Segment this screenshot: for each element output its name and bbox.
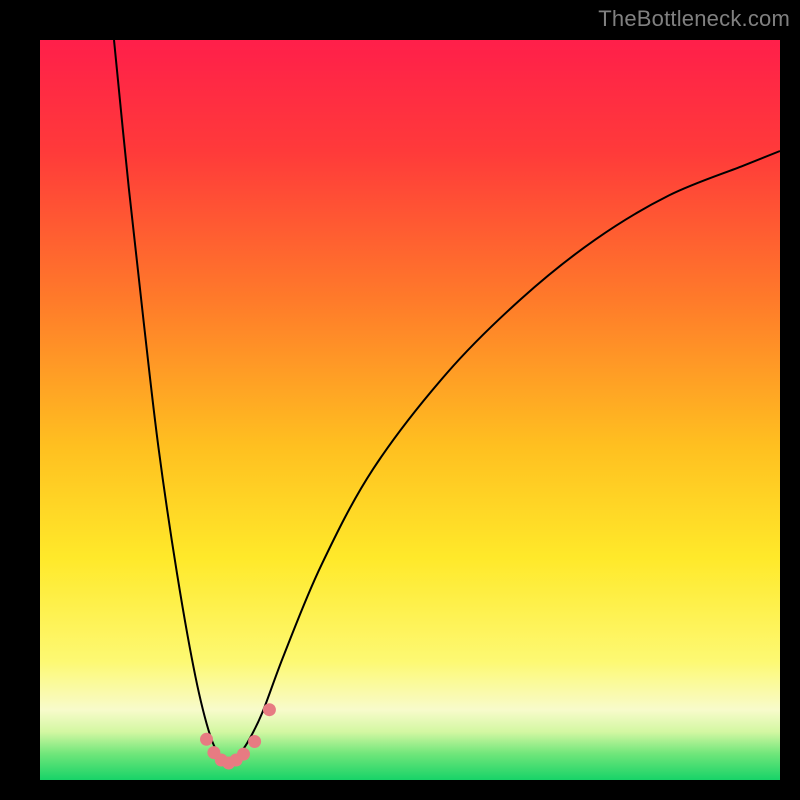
curve-marker (200, 733, 213, 746)
bottleneck-curve (114, 40, 780, 765)
curve-marker (237, 748, 250, 761)
curve-marker (248, 735, 261, 748)
curve-marker (263, 703, 276, 716)
plot-area (40, 40, 780, 780)
chart-frame: TheBottleneck.com (0, 0, 800, 800)
curve-layer (40, 40, 780, 780)
watermark-label: TheBottleneck.com (598, 6, 790, 32)
